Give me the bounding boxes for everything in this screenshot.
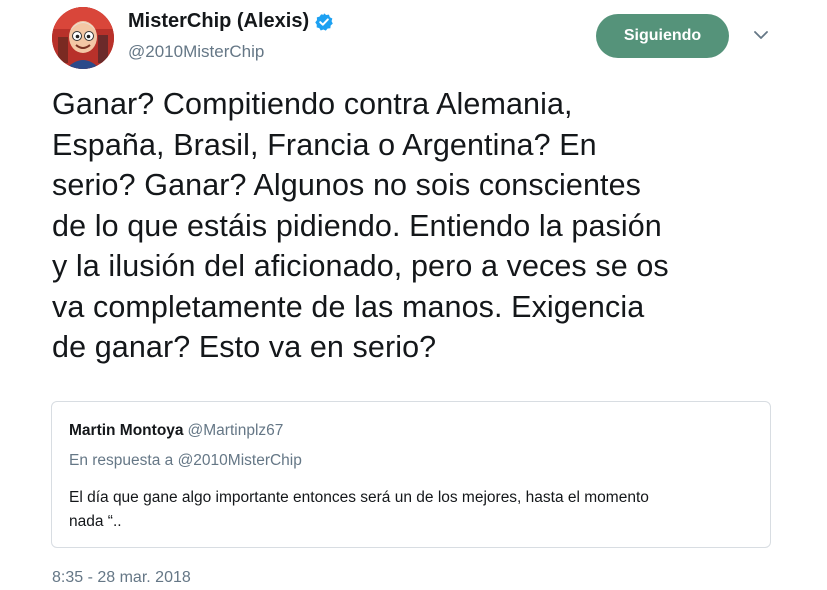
- author-name-row: MisterChip (Alexis): [128, 10, 334, 33]
- cartoon-avatar-icon: [52, 7, 114, 69]
- verified-badge-icon: [315, 12, 333, 31]
- quoted-author-name: Martin Montoya: [69, 422, 184, 439]
- quoted-author-handle: @Martinplz67: [187, 422, 284, 439]
- following-button[interactable]: Siguiendo: [596, 14, 729, 58]
- quoted-tweet-text: El día que gane algo importante entonces…: [69, 489, 649, 530]
- quoted-reply-context: En respuesta a @2010MisterChip: [69, 452, 302, 469]
- chevron-down-icon[interactable]: [752, 26, 770, 44]
- tweet-timestamp[interactable]: 8:35 - 28 mar. 2018: [52, 569, 191, 587]
- author-display-name[interactable]: MisterChip (Alexis): [128, 10, 309, 33]
- tweet-text: Ganar? Compitiendo contra Alemania, Espa…: [52, 87, 669, 364]
- author-avatar[interactable]: [52, 7, 114, 69]
- author-handle[interactable]: @2010MisterChip: [128, 42, 264, 62]
- quoted-tweet[interactable]: Martin Montoya @Martinplz67 En respuesta …: [51, 401, 771, 548]
- quoted-tweet-header: Martin Montoya @Martinplz67: [69, 422, 283, 440]
